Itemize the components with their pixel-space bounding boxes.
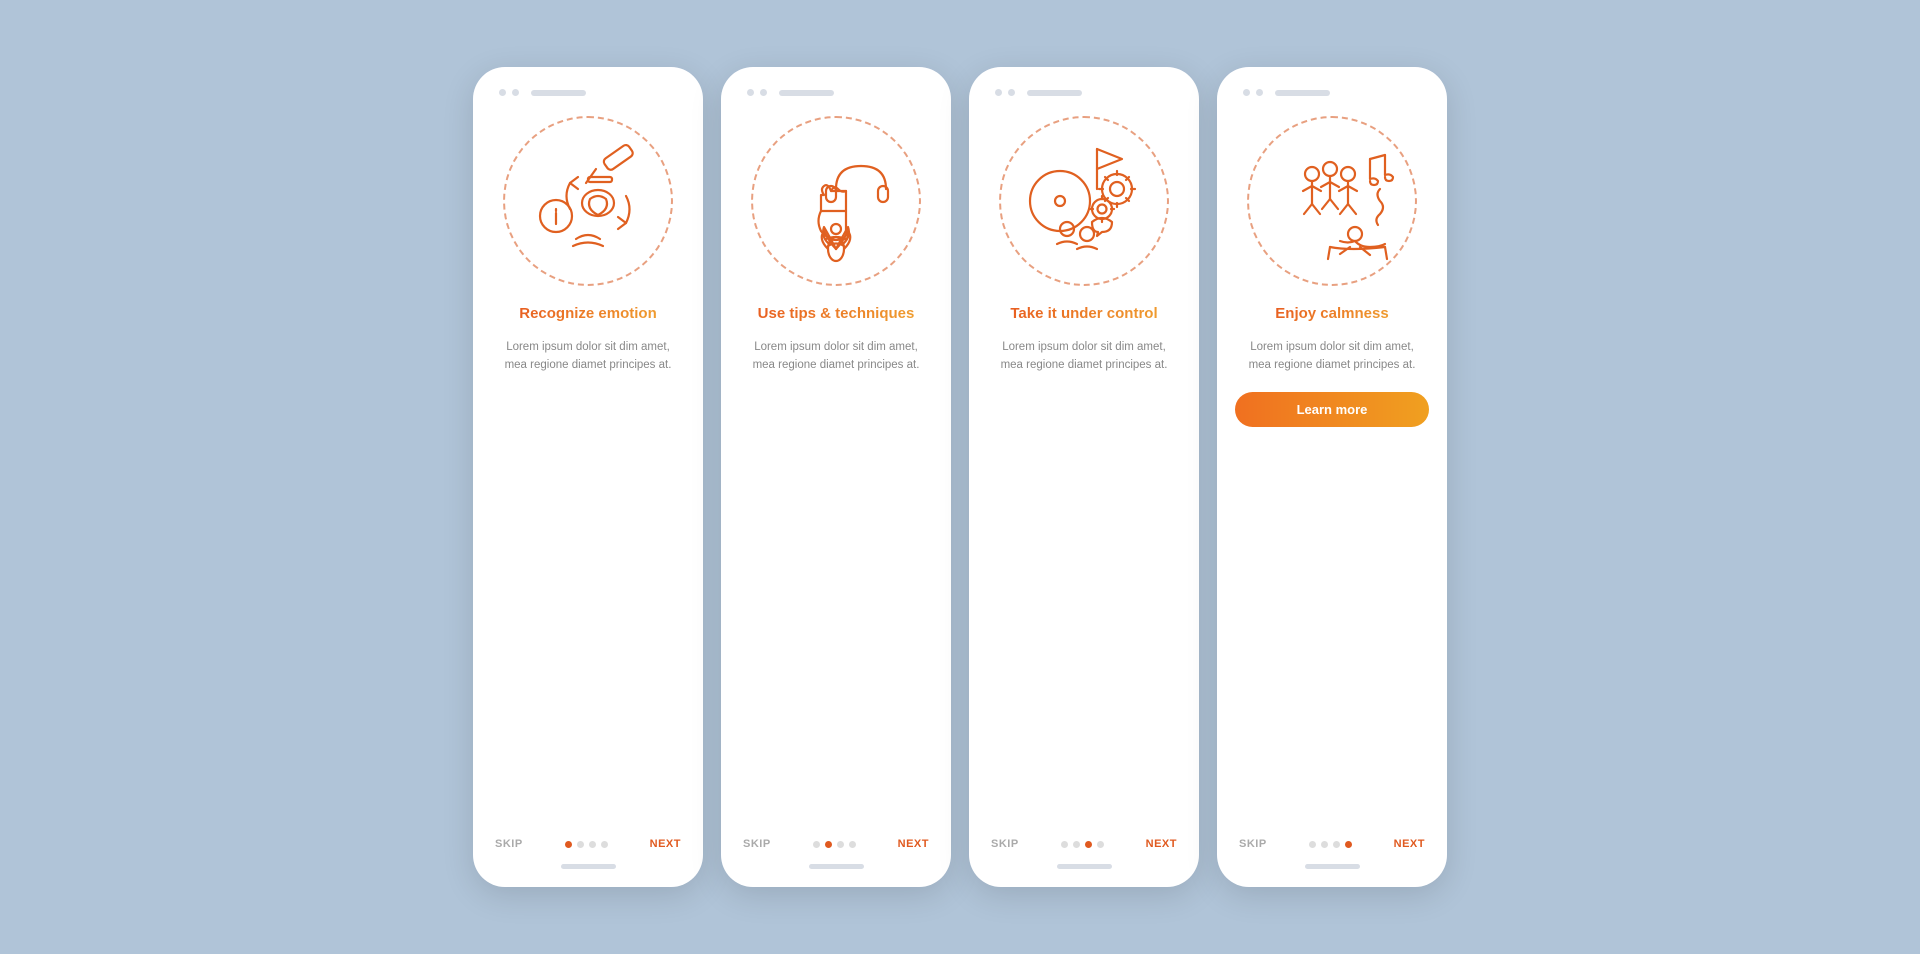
nav-dot-active	[565, 841, 572, 848]
status-dot	[499, 89, 506, 96]
nav-dot-active	[1085, 841, 1092, 848]
nav-dot	[1061, 841, 1068, 848]
nav-bar-3: SKIP NEXT	[987, 838, 1181, 850]
nav-dot	[849, 841, 856, 848]
phone-bottom-bar	[1057, 864, 1112, 869]
phone-bottom-bar	[809, 864, 864, 869]
next-button-3[interactable]: NEXT	[1146, 838, 1177, 850]
learn-more-button[interactable]: Learn more	[1235, 392, 1429, 427]
phone-card-3: Take it under control Lorem ipsum dolor …	[969, 67, 1199, 887]
card-body-1: Lorem ipsum dolor sit dim amet, mea regi…	[491, 338, 685, 375]
nav-dots-1	[565, 841, 608, 848]
illustration-circle-3	[999, 116, 1169, 286]
illustration-circle-4	[1247, 116, 1417, 286]
nav-dot	[589, 841, 596, 848]
screens-container: Recognize emotion Lorem ipsum dolor sit …	[473, 67, 1447, 887]
illustration-recognize	[518, 131, 658, 271]
nav-dot	[1073, 841, 1080, 848]
phone-notch	[779, 90, 834, 96]
card-title-4: Enjoy calmness	[1275, 304, 1388, 324]
nav-dot	[1333, 841, 1340, 848]
illustration-control	[1012, 129, 1157, 274]
nav-dot	[601, 841, 608, 848]
illustration-calmness	[1260, 129, 1405, 274]
nav-dot	[577, 841, 584, 848]
phone-notch	[1275, 90, 1330, 96]
next-button-4[interactable]: NEXT	[1394, 838, 1425, 850]
nav-dot-active	[825, 841, 832, 848]
nav-bar-1: SKIP NEXT	[491, 838, 685, 850]
phone-top-bar	[1243, 89, 1330, 96]
status-dot	[747, 89, 754, 96]
phone-bottom-bar	[561, 864, 616, 869]
nav-dot-active	[1345, 841, 1352, 848]
nav-dots-4	[1309, 841, 1352, 848]
nav-dots-3	[1061, 841, 1104, 848]
phone-top-bar	[499, 89, 586, 96]
status-dot	[995, 89, 1002, 96]
nav-dot	[1097, 841, 1104, 848]
status-dot	[1243, 89, 1250, 96]
status-dot	[1256, 89, 1263, 96]
illustration-circle-1	[503, 116, 673, 286]
card-title-2: Use tips & techniques	[758, 304, 915, 324]
nav-dot	[837, 841, 844, 848]
nav-dot	[1321, 841, 1328, 848]
illustration-circle-2	[751, 116, 921, 286]
card-body-3: Lorem ipsum dolor sit dim amet, mea regi…	[987, 338, 1181, 375]
phone-card-2: Use tips & techniques Lorem ipsum dolor …	[721, 67, 951, 887]
card-title-1: Recognize emotion	[519, 304, 657, 324]
status-dot	[512, 89, 519, 96]
skip-button-4[interactable]: SKIP	[1239, 838, 1267, 850]
nav-bar-4: SKIP NEXT	[1235, 838, 1429, 850]
skip-button-2[interactable]: SKIP	[743, 838, 771, 850]
skip-button-3[interactable]: SKIP	[991, 838, 1019, 850]
card-body-2: Lorem ipsum dolor sit dim amet, mea regi…	[739, 338, 933, 375]
card-title-3: Take it under control	[1010, 304, 1157, 324]
next-button-2[interactable]: NEXT	[898, 838, 929, 850]
skip-button-1[interactable]: SKIP	[495, 838, 523, 850]
status-dot	[760, 89, 767, 96]
status-dot	[1008, 89, 1015, 96]
phone-notch	[1027, 90, 1082, 96]
nav-dots-2	[813, 841, 856, 848]
phone-top-bar	[747, 89, 834, 96]
nav-dot	[1309, 841, 1316, 848]
illustration-tips	[766, 131, 906, 271]
next-button-1[interactable]: NEXT	[650, 838, 681, 850]
nav-bar-2: SKIP NEXT	[739, 838, 933, 850]
phone-card-4: Enjoy calmness Lorem ipsum dolor sit dim…	[1217, 67, 1447, 887]
phone-top-bar	[995, 89, 1082, 96]
phone-notch	[531, 90, 586, 96]
card-body-4: Lorem ipsum dolor sit dim amet, mea regi…	[1235, 338, 1429, 375]
nav-dot	[813, 841, 820, 848]
phone-card-1: Recognize emotion Lorem ipsum dolor sit …	[473, 67, 703, 887]
phone-bottom-bar	[1305, 864, 1360, 869]
